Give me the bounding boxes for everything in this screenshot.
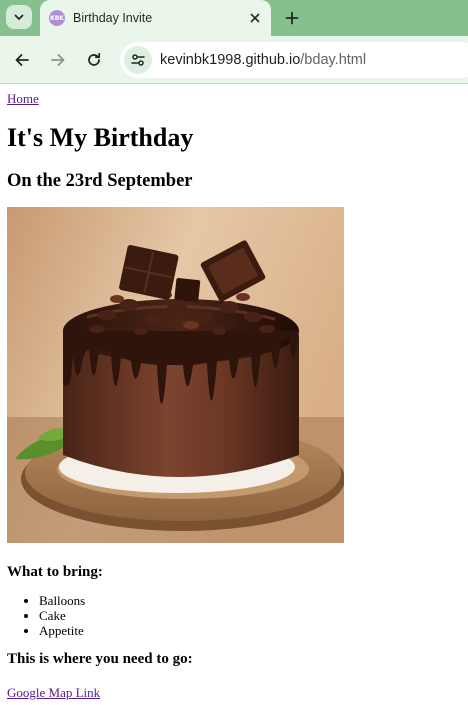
new-tab-button[interactable] — [280, 6, 304, 30]
browser-toolbar: kevinbk1998.github.io/bday.html — [0, 36, 468, 84]
list-item: Cake — [39, 608, 461, 623]
arrow-right-icon — [51, 54, 65, 66]
google-map-link[interactable]: Google Map Link — [7, 685, 100, 701]
browser-tab-active[interactable]: KBK Birthday Invite — [40, 0, 271, 36]
chocolate-cake-image — [7, 207, 344, 543]
location-heading: This is where you need to go: — [7, 651, 193, 667]
page-title: It's My Birthday — [7, 123, 194, 152]
bring-list: Balloons Cake Appetite — [7, 593, 461, 638]
close-icon — [250, 13, 260, 23]
list-item: Appetite — [39, 623, 461, 638]
reload-icon — [88, 52, 101, 66]
bring-heading: What to bring: — [7, 564, 103, 580]
plus-icon — [285, 11, 299, 25]
page-content: Home It's My Birthday On the 23rd Septem… — [0, 84, 468, 702]
forward-button[interactable] — [44, 46, 72, 74]
address-bar[interactable]: kevinbk1998.github.io/bday.html — [120, 42, 468, 78]
url-text[interactable]: kevinbk1998.github.io/bday.html — [160, 52, 366, 68]
arrow-left-icon — [15, 54, 29, 66]
tune-icon — [131, 54, 145, 66]
site-info-button[interactable] — [124, 46, 152, 74]
tab-search-button[interactable] — [6, 5, 32, 29]
home-link[interactable]: Home — [7, 91, 39, 107]
tab-favicon: KBK — [49, 10, 65, 26]
reload-button[interactable] — [80, 46, 108, 74]
back-button[interactable] — [8, 46, 36, 74]
chevron-down-icon — [14, 14, 24, 20]
tab-close-button[interactable] — [245, 8, 265, 28]
url-path: /bday.html — [300, 52, 367, 68]
tab-title: Birthday Invite — [73, 11, 153, 25]
url-host: kevinbk1998.github.io — [160, 52, 301, 68]
page-subtitle: On the 23rd September — [7, 171, 193, 191]
browser-tab-strip: KBK Birthday Invite — [0, 0, 468, 36]
list-item: Balloons — [39, 593, 461, 608]
